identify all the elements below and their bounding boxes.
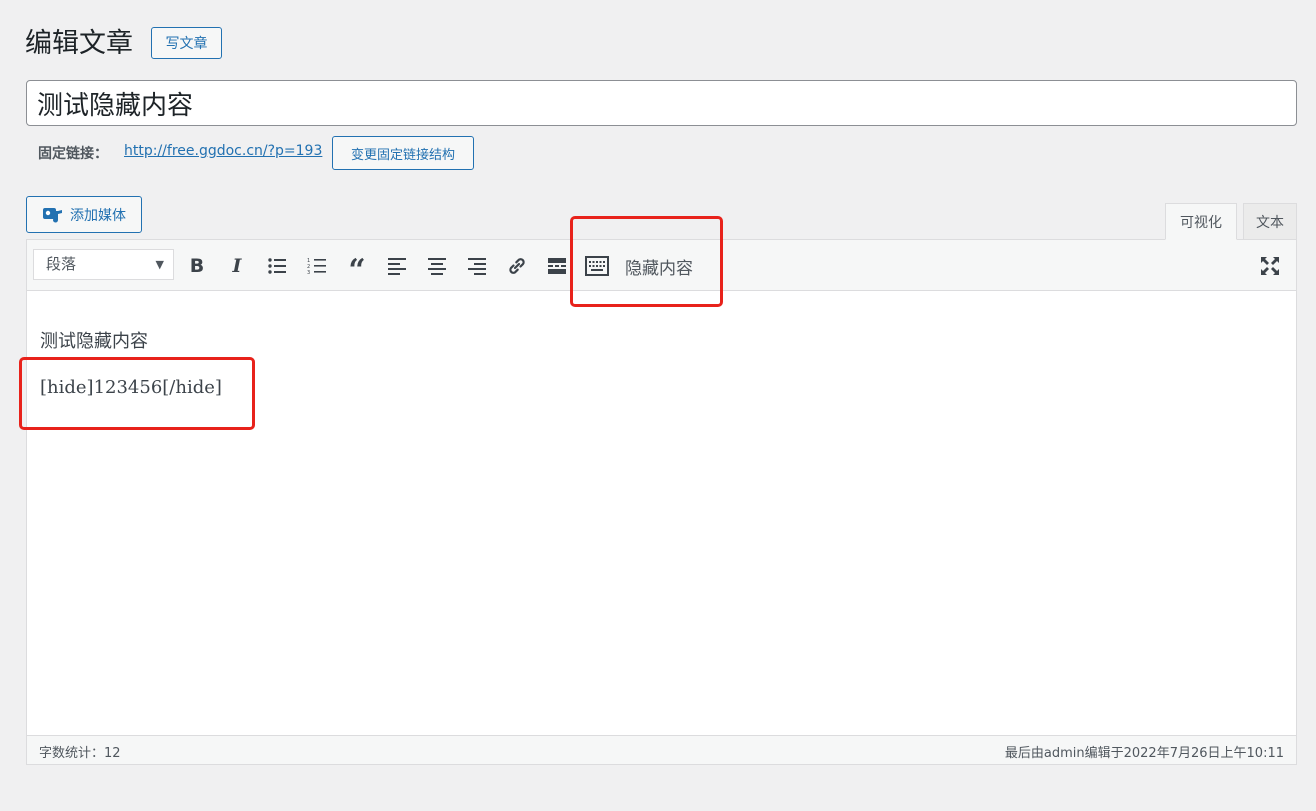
- format-select[interactable]: 段落 ▼: [33, 249, 174, 280]
- svg-text:3: 3: [307, 270, 310, 275]
- post-title-input[interactable]: [26, 80, 1297, 126]
- blockquote-icon: “: [348, 253, 366, 288]
- bullet-list-icon: [267, 257, 287, 275]
- last-edited: 最后由admin编辑于2022年7月26日上午10:11: [1004, 746, 1284, 761]
- blockquote-button[interactable]: “: [342, 252, 372, 288]
- permalink-label: 固定链接：: [38, 146, 108, 162]
- fullscreen-button[interactable]: [1255, 252, 1285, 280]
- content-paragraph-1[interactable]: 测试隐藏内容: [40, 327, 148, 353]
- align-right-button[interactable]: [462, 252, 492, 280]
- new-post-button[interactable]: 写文章: [151, 27, 222, 59]
- add-media-label: 添加媒体: [70, 207, 126, 224]
- word-count: 字数统计：12: [39, 746, 121, 761]
- content-paragraph-2[interactable]: [hide]123456[/hide]: [40, 377, 222, 398]
- page-title: 编辑文章: [25, 28, 133, 59]
- media-icon: [42, 205, 64, 225]
- read-more-button[interactable]: [542, 252, 572, 280]
- tab-text[interactable]: 文本: [1243, 203, 1297, 240]
- add-media-button[interactable]: 添加媒体: [26, 196, 142, 233]
- hide-content-icon: [585, 256, 609, 276]
- link-icon: [506, 255, 528, 277]
- change-permalink-button[interactable]: 变更固定链接结构: [332, 136, 474, 170]
- bold-button[interactable]: B: [182, 252, 212, 280]
- align-left-icon: [387, 257, 407, 275]
- hide-content-button[interactable]: [582, 252, 612, 280]
- numbered-list-button[interactable]: 123: [302, 252, 332, 280]
- align-center-icon: [427, 257, 447, 275]
- italic-button[interactable]: I: [222, 252, 252, 280]
- hide-content-label[interactable]: 隐藏内容: [625, 254, 693, 279]
- align-left-button[interactable]: [382, 252, 412, 280]
- permalink-link[interactable]: http://free.ggdoc.cn/?p=193: [124, 143, 322, 159]
- chevron-down-icon: ▼: [155, 258, 164, 271]
- italic-icon: I: [232, 255, 242, 277]
- editor-status-bar: 字数统计：12 最后由admin编辑于2022年7月26日上午10:11: [27, 735, 1296, 764]
- numbered-list-icon: 123: [307, 257, 327, 275]
- fullscreen-icon: [1260, 256, 1280, 276]
- bold-icon: B: [189, 255, 205, 277]
- format-select-value: 段落: [46, 255, 77, 273]
- bullet-list-button[interactable]: [262, 252, 292, 280]
- link-button[interactable]: [502, 252, 532, 280]
- align-right-icon: [467, 257, 487, 275]
- tab-visual[interactable]: 可视化: [1165, 203, 1237, 240]
- editor-frame: [26, 239, 1297, 765]
- read-more-icon: [547, 257, 567, 275]
- align-center-button[interactable]: [422, 252, 452, 280]
